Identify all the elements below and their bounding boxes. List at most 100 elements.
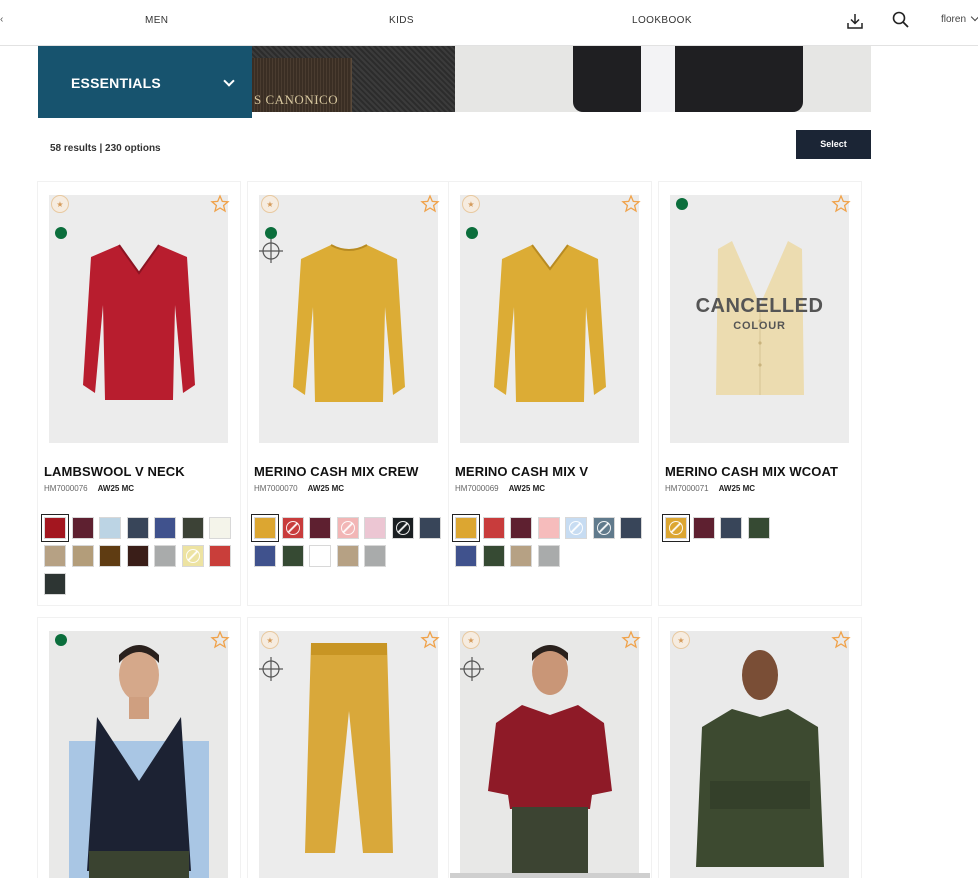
- product-card-merino-cash-mix-crew[interactable]: ★ MERINO CASH MIX CREW HM7000070 AW25 MC: [248, 182, 450, 605]
- color-swatch[interactable]: [209, 545, 231, 567]
- product-name[interactable]: LAMBSWOOL V NECK: [44, 464, 185, 479]
- product-image[interactable]: [460, 631, 639, 878]
- product-image[interactable]: [49, 631, 228, 878]
- color-swatch[interactable]: [181, 545, 204, 567]
- color-swatch[interactable]: [747, 517, 770, 539]
- product-image[interactable]: [259, 631, 438, 878]
- color-swatch[interactable]: [620, 517, 642, 539]
- color-swatch[interactable]: [364, 545, 386, 567]
- color-swatch[interactable]: [126, 517, 149, 539]
- season-label: AW25 MC: [718, 484, 756, 493]
- product-code: HM7000071 AW25 MC: [665, 484, 756, 493]
- availability-dot: [466, 227, 478, 239]
- color-swatch[interactable]: [154, 545, 176, 567]
- svg-text:★: ★: [677, 636, 684, 645]
- color-swatch[interactable]: [99, 517, 121, 539]
- favorite-star-icon[interactable]: [831, 194, 851, 214]
- color-swatch[interactable]: [99, 545, 121, 567]
- color-swatch[interactable]: [510, 545, 532, 567]
- model-vest-graphic: [69, 645, 209, 878]
- award-badge-icon: ★: [461, 194, 481, 214]
- color-swatch[interactable]: [71, 517, 94, 539]
- color-swatch[interactable]: [391, 517, 414, 539]
- download-icon[interactable]: [845, 11, 865, 31]
- crosshair-icon[interactable]: [459, 656, 485, 682]
- product-card-long-sleeve-polo[interactable]: ★: [659, 618, 861, 878]
- availability-dot: [55, 227, 67, 239]
- product-card-knit-vest[interactable]: [38, 618, 240, 878]
- color-swatch[interactable]: [181, 517, 204, 539]
- color-swatch[interactable]: [482, 545, 505, 567]
- search-icon[interactable]: [891, 10, 911, 30]
- nav-link-lookbook[interactable]: LOOKBOOK: [632, 15, 692, 26]
- color-swatch[interactable]: [455, 545, 477, 567]
- product-image[interactable]: [259, 195, 438, 443]
- product-name[interactable]: MERINO CASH MIX WCOAT: [665, 464, 838, 479]
- nav-edge-arrow[interactable]: ‹: [0, 14, 3, 25]
- product-card-merino-cash-mix-v[interactable]: ★ MERINO CASH MIX V HM7000069 AW25 MC: [449, 182, 651, 605]
- color-swatch[interactable]: [419, 517, 441, 539]
- color-swatch[interactable]: [364, 517, 386, 539]
- color-swatch[interactable]: [692, 517, 715, 539]
- favorite-star-icon[interactable]: [420, 194, 440, 214]
- color-swatch[interactable]: [71, 545, 94, 567]
- nav-link-kids[interactable]: KIDS: [389, 15, 414, 26]
- color-swatch[interactable]: [510, 517, 532, 539]
- color-swatch[interactable]: [336, 517, 359, 539]
- color-swatch[interactable]: [662, 514, 690, 542]
- product-image[interactable]: CANCELLED COLOUR: [670, 195, 849, 443]
- results-count: 58 results | 230 options: [50, 143, 161, 154]
- favorite-star-icon[interactable]: [831, 630, 851, 650]
- favorite-star-icon[interactable]: [210, 194, 230, 214]
- color-swatch[interactable]: [452, 514, 480, 542]
- color-swatch[interactable]: [251, 514, 279, 542]
- color-swatch[interactable]: [209, 517, 231, 539]
- color-swatch[interactable]: [309, 545, 331, 567]
- color-swatch[interactable]: [44, 545, 66, 567]
- color-swatch[interactable]: [309, 517, 331, 539]
- unavailable-icon: [569, 521, 583, 535]
- select-button[interactable]: Select: [796, 130, 871, 159]
- favorite-star-icon[interactable]: [621, 194, 641, 214]
- color-swatch[interactable]: [254, 545, 276, 567]
- favorite-star-icon[interactable]: [621, 630, 641, 650]
- color-swatch[interactable]: [44, 573, 66, 595]
- color-swatch[interactable]: [336, 545, 359, 567]
- product-card-polo-shirt[interactable]: ★: [449, 618, 651, 878]
- nav-link-men[interactable]: MEN: [145, 15, 168, 26]
- favorite-star-icon[interactable]: [420, 630, 440, 650]
- model-polo-graphic: [488, 645, 612, 878]
- product-code: HM7000069 AW25 MC: [455, 484, 546, 493]
- favorite-star-icon[interactable]: [210, 630, 230, 650]
- product-code: HM7000076 AW25 MC: [44, 484, 135, 493]
- color-swatch[interactable]: [592, 517, 615, 539]
- color-swatch[interactable]: [126, 545, 149, 567]
- color-swatch[interactable]: [565, 517, 587, 539]
- product-image[interactable]: [460, 195, 639, 443]
- product-card-lambswool-v-neck[interactable]: ★ LAMBSWOOL V NECK HM7000076 AW25 MC: [38, 182, 240, 605]
- product-name[interactable]: MERINO CASH MIX V: [455, 464, 588, 479]
- banner-shirt: [641, 46, 675, 112]
- product-name[interactable]: MERINO CASH MIX CREW: [254, 464, 419, 479]
- color-swatch[interactable]: [41, 514, 69, 542]
- product-image[interactable]: [670, 631, 849, 878]
- color-swatch[interactable]: [537, 517, 560, 539]
- product-card-merino-cash-mix-wcoat[interactable]: CANCELLED COLOUR MERINO CASH MIX WCOAT H…: [659, 182, 861, 605]
- product-image[interactable]: [49, 195, 228, 443]
- color-swatch[interactable]: [537, 545, 560, 567]
- banner-jacket: [573, 46, 803, 112]
- crosshair-icon[interactable]: [258, 656, 284, 682]
- season-label: AW25 MC: [307, 484, 345, 493]
- crosshair-icon[interactable]: [258, 238, 284, 264]
- svg-text:★: ★: [266, 200, 273, 209]
- color-swatch[interactable]: [281, 517, 304, 539]
- color-swatch[interactable]: [720, 517, 742, 539]
- cancelled-label: CANCELLED: [695, 295, 824, 317]
- user-menu[interactable]: floren: [941, 12, 978, 25]
- color-swatch[interactable]: [482, 517, 505, 539]
- unavailable-icon: [395, 521, 410, 535]
- product-card-chino-trousers[interactable]: ★: [248, 618, 450, 878]
- color-swatch[interactable]: [154, 517, 176, 539]
- category-dropdown[interactable]: ESSENTIALS: [38, 46, 252, 118]
- color-swatch[interactable]: [281, 545, 304, 567]
